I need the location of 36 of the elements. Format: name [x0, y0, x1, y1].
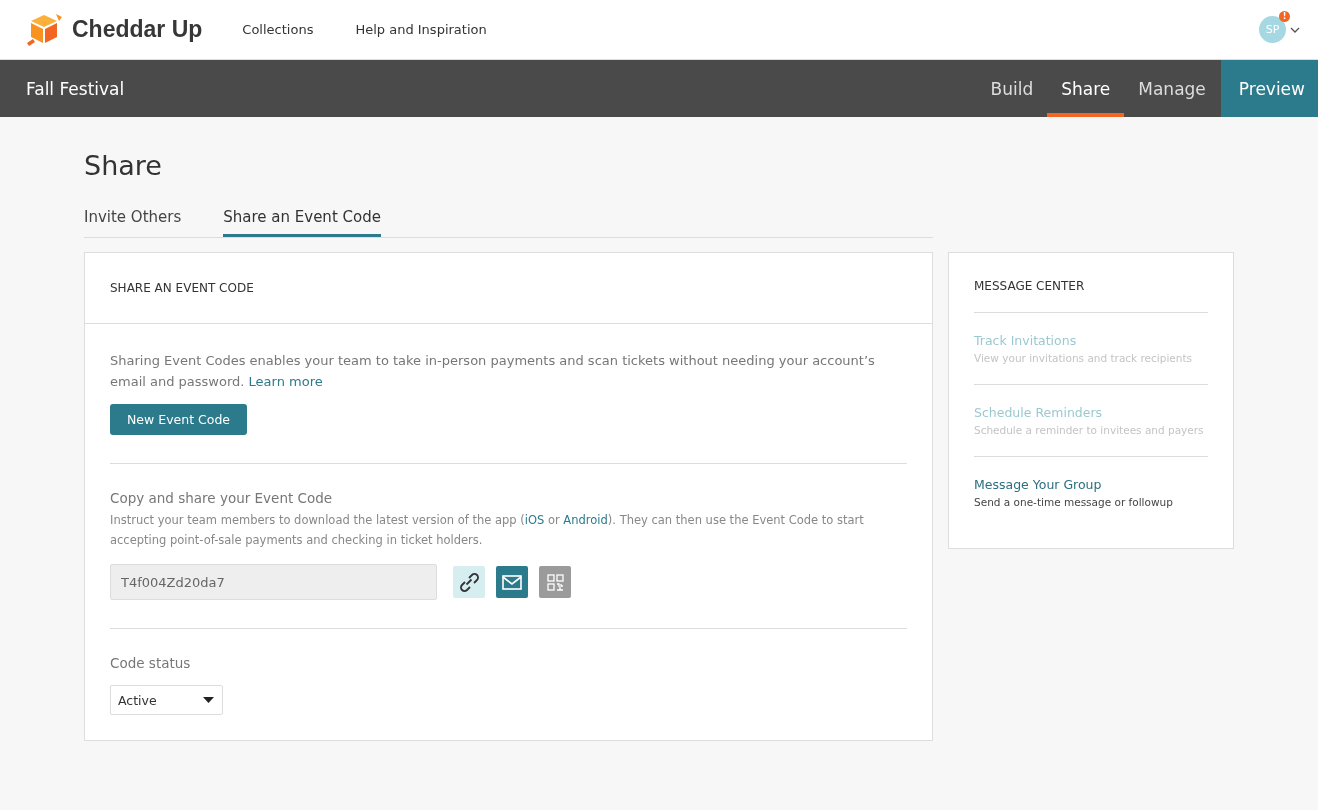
- caret-icon: [203, 697, 214, 703]
- dropdown-value: Active: [118, 692, 157, 708]
- qr-code-icon: [544, 571, 566, 593]
- page-title: Share: [84, 150, 163, 181]
- message-description: Schedule a reminder to invitees and payers: [974, 424, 1205, 436]
- card-heading: SHARE AN EVENT CODE: [110, 281, 254, 295]
- link[interactable]: Android: [563, 513, 608, 527]
- email-button[interactable]: [496, 566, 528, 598]
- instructions-text: Instruct your team members to download the latest version of the app (iOS or Android). They can then use the Event Code to start accepting point-of-sale payments and checking in ticket holders.: [110, 512, 865, 549]
- logo-icon: [26, 11, 64, 48]
- tab[interactable]: Share an Event Code: [223, 208, 381, 237]
- alert-badge: !: [1279, 11, 1290, 22]
- new-event-code-button[interactable]: New Event Code: [110, 404, 248, 435]
- preview-button[interactable]: Preview: [1220, 60, 1318, 117]
- description-text: Sharing Event Codes enables your team to take in-person payments and scan tickets without needing your account’s email and password. Learn more: [110, 352, 876, 391]
- nav-tab[interactable]: Manage: [1124, 60, 1220, 117]
- event-code-field[interactable]: T4f004Zd20da7: [110, 564, 437, 600]
- link[interactable]: Learn more: [248, 374, 323, 389]
- nav-link[interactable]: Help and Inspiration: [355, 22, 487, 37]
- brand-name: Cheddar Up: [72, 16, 203, 43]
- status-dropdown[interactable]: Active: [110, 685, 223, 715]
- tab[interactable]: Invite Others: [84, 208, 182, 237]
- nav-tab[interactable]: Share: [1047, 60, 1125, 117]
- message-link[interactable]: Message Your Group: [974, 477, 1208, 492]
- message-description: Send a one-time message or followup: [974, 496, 1174, 508]
- copy-link-button[interactable]: [453, 566, 485, 598]
- message-description: View your invitations and track recipients: [974, 352, 1194, 364]
- field-label: Code status: [110, 655, 192, 671]
- chevron-down-icon: [1290, 26, 1300, 33]
- link-icon: [457, 570, 481, 594]
- sidebar-heading: MESSAGE CENTER: [974, 253, 1208, 313]
- nav-link[interactable]: Collections: [242, 22, 314, 37]
- link[interactable]: iOS: [524, 513, 545, 527]
- collection-title: Fall Festival: [26, 78, 125, 99]
- nav-tab[interactable]: Build: [976, 60, 1048, 117]
- section-title: Copy and share your Event Code: [110, 490, 334, 506]
